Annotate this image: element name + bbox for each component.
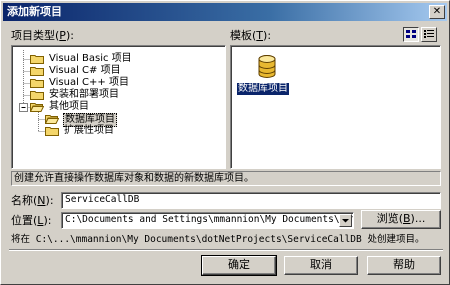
open-folder-icon [30, 103, 44, 112]
tree-item-extensibility-projects[interactable]: 扩展性项目 [45, 125, 115, 137]
tree-item-setup-deployment[interactable]: 安装和部署项目 [30, 89, 120, 101]
template-item-label: 数据库项目 [237, 83, 289, 95]
location-combobox[interactable]: C:\Documents and Settings\mmannion\My Do… [61, 212, 354, 229]
folder-icon [30, 91, 44, 100]
close-icon: ✕ [432, 6, 442, 17]
tree-item-label: 其他项目 [49, 101, 89, 112]
location-value: C:\Documents and Settings\mmannion\My Do… [65, 214, 354, 225]
browse-button[interactable]: 浏览(B)... [361, 210, 441, 229]
tree-item-visual-cpp[interactable]: Visual C++ 项目 [30, 77, 130, 89]
location-dropdown-button[interactable] [339, 214, 352, 227]
name-input[interactable]: ServiceCallDB [61, 192, 441, 209]
tree-item-label: 安装和部署项目 [49, 89, 119, 100]
tree-item-label: 扩展性项目 [64, 125, 114, 136]
templates-list[interactable]: 数据库项目 [230, 45, 441, 169]
help-button[interactable]: 帮助 [367, 256, 441, 275]
ok-button[interactable]: 确定 [201, 255, 277, 276]
description-bar: 创建允许直接操作数据库对象和数据的新数据库项目。 [11, 171, 441, 186]
chevron-down-icon [342, 219, 349, 223]
title-bar[interactable]: 添加新项目 ✕ [3, 3, 447, 21]
cancel-button[interactable]: 取消 [284, 256, 358, 275]
folder-icon [30, 67, 44, 76]
separator [9, 249, 443, 251]
tree-item-label: Visual Basic 项目 [49, 53, 132, 64]
add-new-project-dialog: 添加新项目 ✕ 项目类型(P): 模板(T): Visual Basic 项目 … [0, 0, 450, 285]
close-button[interactable]: ✕ [429, 5, 445, 19]
window-title: 添加新项目 [7, 5, 62, 18]
open-folder-icon [45, 115, 59, 124]
tree-item-other-projects[interactable]: 其他项目 [30, 101, 90, 113]
large-icons-icon [406, 30, 416, 38]
template-item-database-project[interactable]: 数据库项目 [237, 54, 297, 98]
large-icons-view-button[interactable] [403, 27, 419, 42]
location-label: 位置(L): [11, 214, 52, 227]
folder-icon [30, 55, 44, 64]
create-path-note: 将在 C:\...\mmannion\My Documents\dotNetPr… [11, 234, 425, 245]
project-types-tree[interactable]: Visual Basic 项目 Visual C# 项目 Visual C++ … [11, 45, 226, 169]
list-view-icon [424, 30, 434, 38]
project-types-label: 项目类型(P): [11, 29, 74, 42]
templates-label: 模板(T): [230, 29, 272, 42]
database-icon [258, 55, 276, 78]
tree-item-visual-basic[interactable]: Visual Basic 项目 [30, 53, 133, 65]
small-icons-view-button[interactable] [421, 27, 437, 42]
tree-item-database-projects[interactable]: 数据库项目 [45, 113, 117, 127]
tree-item-visual-csharp[interactable]: Visual C# 项目 [30, 65, 122, 77]
tree-item-label: Visual C# 项目 [49, 65, 121, 76]
name-label: 名称(N): [11, 194, 54, 207]
folder-icon [45, 127, 59, 136]
folder-icon [30, 79, 44, 88]
tree-item-label: Visual C++ 项目 [49, 77, 129, 88]
